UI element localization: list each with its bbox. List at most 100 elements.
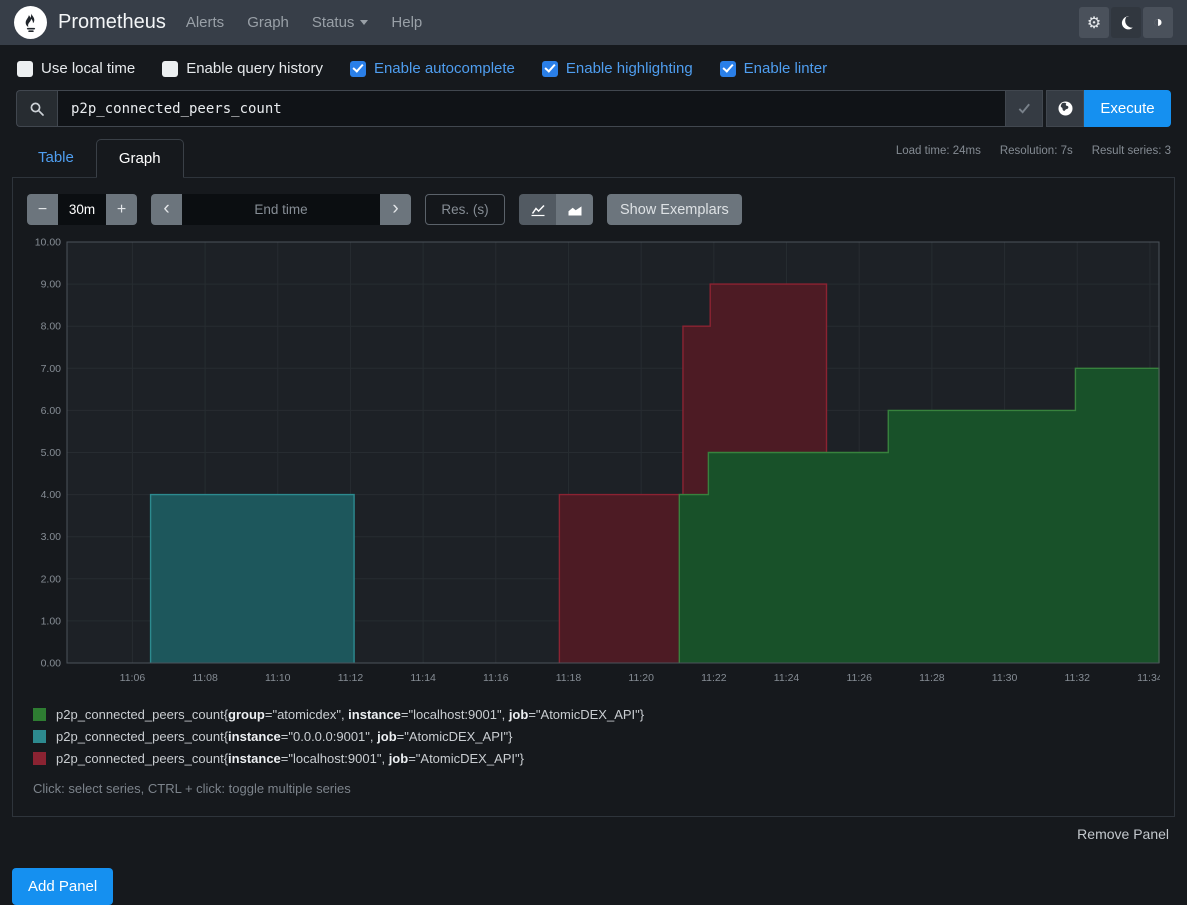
nav-links: Alerts Graph Status Help [186, 14, 445, 31]
add-panel-button[interactable]: Add Panel [12, 868, 113, 905]
gear-icon: ⚙ [1087, 13, 1101, 33]
result-series: Result series: 3 [1092, 145, 1171, 157]
checkbox[interactable] [350, 61, 366, 77]
x-axis-label: 11:14 [410, 672, 436, 684]
y-axis-label: 6.00 [41, 405, 62, 417]
legend-swatch [33, 730, 46, 743]
query-stats: Load time: 24ms Resolution: 7s Result se… [896, 139, 1171, 157]
moon-icon [1119, 15, 1134, 30]
auto-theme-button[interactable]: ◑ [1143, 7, 1173, 38]
navbar-right-buttons: ⚙ ◑ [1079, 7, 1173, 38]
nav-item-alerts[interactable]: Alerts [186, 14, 224, 31]
y-axis-label: 8.00 [41, 321, 62, 333]
legend: p2p_connected_peers_count{group="atomicd… [33, 707, 1160, 766]
x-axis-label: 11:22 [701, 672, 727, 684]
x-axis-label: 11:18 [556, 672, 582, 684]
legend-item[interactable]: p2p_connected_peers_count{instance="0.0.… [33, 729, 1160, 744]
x-axis-label: 11:10 [265, 672, 291, 684]
caret-down-icon [360, 20, 368, 25]
option-label: Enable highlighting [566, 60, 693, 77]
x-axis-label: 11:12 [338, 672, 364, 684]
x-axis-label: 11:24 [774, 672, 800, 684]
legend-item[interactable]: p2p_connected_peers_count{group="atomicd… [33, 707, 1160, 722]
nav-item-help[interactable]: Help [391, 14, 422, 31]
settings-button[interactable]: ⚙ [1079, 7, 1109, 38]
dark-theme-button[interactable] [1111, 7, 1141, 38]
x-axis-label: 11:28 [919, 672, 945, 684]
y-axis-label: 1.00 [41, 615, 62, 627]
endtime-stepper: ‹ › [151, 194, 411, 225]
y-axis-label: 7.00 [41, 363, 62, 375]
tab-table[interactable]: Table [16, 139, 96, 176]
chart-type-toggle [519, 194, 593, 225]
options-row: Use local time Enable query history Enable… [0, 45, 1187, 88]
x-axis-label: 11:06 [120, 672, 146, 684]
option-enable-autocomplete[interactable]: Enable autocomplete [350, 60, 515, 77]
option-label: Use local time [41, 60, 135, 77]
y-axis-label: 10.00 [35, 237, 61, 249]
half-circle-icon: ◑ [1153, 14, 1163, 32]
range-decrease-button[interactable]: − [27, 194, 58, 225]
x-axis-label: 11:34 [1137, 672, 1160, 684]
app-title: Prometheus [58, 11, 166, 34]
x-axis-label: 11:20 [628, 672, 654, 684]
y-axis-label: 2.00 [41, 573, 62, 585]
query-input[interactable] [57, 90, 1006, 127]
tab-graph[interactable]: Graph [96, 139, 184, 178]
option-use-local-time[interactable]: Use local time [17, 60, 135, 77]
time-forward-button[interactable]: › [380, 194, 411, 225]
stacked-chart-icon [567, 202, 583, 218]
y-axis-label: 4.00 [41, 489, 62, 501]
graph-svg[interactable]: 10.009.008.007.006.005.004.003.002.001.0… [27, 237, 1160, 689]
load-time: Load time: 24ms [896, 145, 981, 157]
option-label: Enable linter [744, 60, 827, 77]
query-valid-indicator [1006, 90, 1043, 127]
graph-controls: − + ‹ › [27, 194, 1160, 225]
line-chart-icon [530, 202, 546, 218]
series-area-instance-0-0-0-0-9001 [151, 495, 355, 663]
legend-item[interactable]: p2p_connected_peers_count{instance="loca… [33, 751, 1160, 766]
metrics-explorer-button[interactable] [1046, 90, 1084, 127]
legend-swatch [33, 708, 46, 721]
checkbox[interactable] [542, 61, 558, 77]
y-axis-label: 5.00 [41, 447, 62, 459]
resolution-input[interactable] [425, 194, 505, 225]
nav-item-status[interactable]: Status [312, 14, 369, 31]
checkbox[interactable] [720, 61, 736, 77]
prometheus-logo [14, 6, 47, 39]
option-enable-query-history[interactable]: Enable query history [162, 60, 323, 77]
show-exemplars-button[interactable]: Show Exemplars [607, 194, 742, 225]
range-input[interactable] [58, 194, 106, 225]
x-axis-label: 11:32 [1064, 672, 1090, 684]
globe-icon [1057, 100, 1074, 117]
y-axis-label: 9.00 [41, 279, 62, 291]
prometheus-torch-icon [20, 12, 42, 34]
navbar: Prometheus Alerts Graph Status Help ⚙ ◑ [0, 0, 1187, 45]
range-increase-button[interactable]: + [106, 194, 137, 225]
query-bar: Execute [16, 90, 1171, 127]
remove-panel-row: Remove Panel [18, 826, 1169, 844]
graph-canvas[interactable]: 10.009.008.007.006.005.004.003.002.001.0… [27, 237, 1160, 689]
option-enable-highlighting[interactable]: Enable highlighting [542, 60, 693, 77]
legend-hint: Click: select series, CTRL + click: togg… [33, 781, 1160, 796]
range-stepper: − + [27, 194, 137, 225]
remove-panel-link[interactable]: Remove Panel [1077, 826, 1169, 842]
time-back-button[interactable]: ‹ [151, 194, 182, 225]
execute-button[interactable]: Execute [1084, 90, 1171, 127]
legend-series-name: p2p_connected_peers_count{group="atomicd… [56, 707, 644, 722]
stacked-graph-button[interactable] [556, 194, 593, 225]
resolution: Resolution: 7s [1000, 145, 1073, 157]
check-icon [1017, 101, 1032, 116]
end-time-input[interactable] [182, 194, 380, 225]
line-graph-button[interactable] [519, 194, 556, 225]
chevron-left-icon: ‹ [163, 198, 169, 220]
legend-series-name: p2p_connected_peers_count{instance="0.0.… [56, 729, 512, 744]
option-enable-linter[interactable]: Enable linter [720, 60, 827, 77]
checkbox[interactable] [17, 61, 33, 77]
search-icon [29, 101, 45, 117]
x-axis-label: 11:26 [846, 672, 872, 684]
legend-series-name: p2p_connected_peers_count{instance="loca… [56, 751, 524, 766]
x-axis-label: 11:16 [483, 672, 509, 684]
checkbox[interactable] [162, 61, 178, 77]
nav-item-graph[interactable]: Graph [247, 14, 289, 31]
